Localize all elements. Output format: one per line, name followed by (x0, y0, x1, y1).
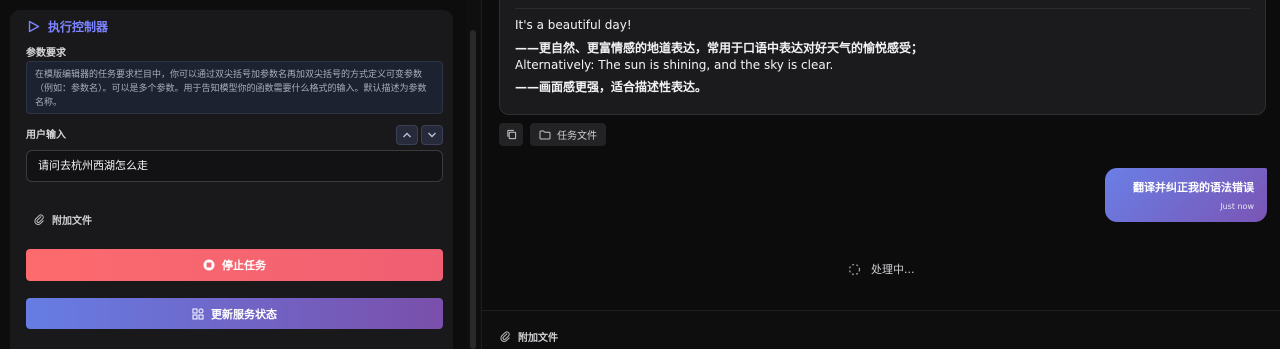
refresh-service-label: 更新服务状态 (211, 307, 277, 321)
user-message-bubble: 翻译并纠正我的语法错误 Just now (1105, 168, 1267, 222)
assistant-message: It's a beautiful day! ——更自然、更富情感的地道表达，常用… (499, 0, 1266, 115)
footer-attach-button[interactable]: 附加文件 (500, 329, 558, 344)
stop-task-button[interactable]: 停止任务 (26, 249, 443, 281)
move-up-button[interactable] (396, 125, 418, 145)
paperclip-icon (500, 331, 510, 342)
chevron-down-icon (428, 132, 436, 138)
message-line-1: It's a beautiful day! (515, 18, 632, 32)
message-line-2: ——更自然、更富情感的地道表达，常用于口语中表达对好天气的愉悦感受； (515, 41, 924, 55)
user-input-label: 用户输入 (26, 130, 66, 141)
param-description: 在模版编辑器的任务要求栏目中，你可以通过双尖括号加参数名再加双尖括号的方式定义可… (26, 61, 443, 114)
footer-bar: 附加文件 (482, 310, 1280, 349)
processing-text: 处理中... (871, 263, 915, 276)
attach-file-label: 附加文件 (52, 216, 92, 227)
panel-title: 执行控制器 (48, 20, 109, 34)
processing-indicator: 处理中... (848, 261, 915, 277)
attach-file-button[interactable]: 附加文件 (34, 212, 92, 227)
chevron-up-icon (403, 132, 411, 138)
copy-button[interactable] (499, 123, 523, 146)
execution-controller-panel: 执行控制器 参数要求 在模版编辑器的任务要求栏目中，你可以通过双尖括号加参数名再… (10, 10, 453, 349)
user-input-field[interactable]: 请问去杭州西湖怎么走 (26, 150, 443, 182)
spinner-icon (848, 263, 861, 275)
param-label: 参数要求 (26, 48, 66, 59)
panel-header: 执行控制器 (28, 18, 108, 35)
play-icon (28, 20, 40, 33)
message-line-4: ——画面感更强，适合描述性表达。 (515, 80, 708, 94)
move-down-button[interactable] (421, 125, 443, 145)
folder-icon (539, 130, 551, 139)
paperclip-icon (34, 214, 44, 225)
stop-icon (203, 259, 215, 271)
task-file-button[interactable]: 任务文件 (530, 123, 606, 146)
scrollbar-thumb[interactable] (470, 30, 476, 349)
stop-task-label: 停止任务 (222, 259, 266, 272)
user-message-timestamp: Just now (1220, 202, 1254, 211)
user-message-text: 翻译并纠正我的语法错误 (1133, 181, 1254, 194)
chat-panel: It's a beautiful day! ——更自然、更富情感的地道表达，常用… (481, 0, 1280, 349)
message-divider (515, 8, 1250, 9)
footer-attach-label: 附加文件 (518, 333, 558, 344)
task-file-label: 任务文件 (557, 131, 597, 142)
copy-icon (506, 129, 516, 140)
message-line-3: Alternatively: The sun is shining, and t… (515, 58, 834, 72)
refresh-service-button[interactable]: 更新服务状态 (26, 298, 443, 329)
services-icon (192, 308, 204, 319)
